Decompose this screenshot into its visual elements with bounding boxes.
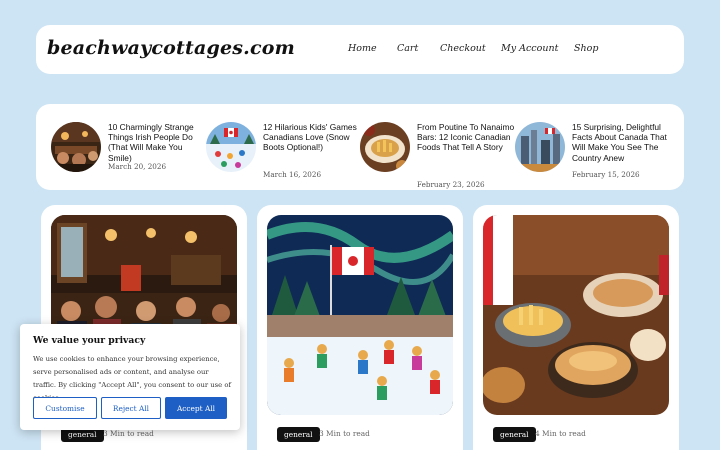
cookie-consent-dialog: We value your privacy We use cookies to … [20, 324, 240, 430]
featured-post[interactable]: 15 Surprising, Delightful Facts About Ca… [515, 122, 667, 179]
reject-all-button[interactable]: Reject All [101, 397, 161, 419]
featured-post-title[interactable]: 15 Surprising, Delightful Facts About Ca… [572, 122, 672, 163]
featured-post-date: February 23, 2026 [417, 180, 485, 189]
article-card[interactable]: general 4 Min to read [473, 205, 679, 450]
cookie-title: We value your privacy [33, 335, 146, 346]
read-time: 3 Min to read [319, 429, 370, 438]
site-logo[interactable]: beachwaycottages.com [47, 37, 295, 59]
canadian-food-spread-image[interactable] [483, 215, 669, 415]
featured-post-date: March 20, 2026 [108, 162, 167, 171]
featured-post[interactable]: From Poutine To Nanaimo Bars: 12 Iconic … [360, 122, 514, 189]
featured-post[interactable]: 10 Charmingly Strange Things Irish Peopl… [51, 122, 201, 176]
customise-button[interactable]: Customise [33, 397, 97, 419]
nav-shop[interactable]: Shop [574, 43, 598, 54]
canada-city-thumbnail[interactable] [515, 122, 565, 172]
kids-winter-thumbnail[interactable] [206, 122, 256, 172]
irish-pub-thumbnail[interactable] [51, 122, 101, 172]
article-card[interactable]: general 3 Min to read [257, 205, 463, 450]
nav-my-account[interactable]: My Account [501, 43, 558, 54]
featured-post-date: February 15, 2026 [572, 170, 640, 179]
featured-post-title[interactable]: 12 Hilarious Kids' Games Canadians Love … [263, 122, 363, 153]
read-time: 3 Min to read [103, 429, 154, 438]
featured-post-title[interactable]: From Poutine To Nanaimo Bars: 12 Iconic … [417, 122, 517, 153]
featured-post[interactable]: 12 Hilarious Kids' Games Canadians Love … [206, 122, 357, 179]
canadian-food-thumbnail[interactable] [360, 122, 410, 172]
nav-checkout[interactable]: Checkout [440, 43, 486, 54]
nav-home[interactable]: Home [348, 43, 377, 54]
accept-all-button[interactable]: Accept All [165, 397, 227, 419]
site-header: beachwaycottages.com Home Cart Checkout … [36, 25, 684, 74]
featured-post-date: March 16, 2026 [263, 170, 322, 179]
read-time: 4 Min to read [535, 429, 586, 438]
kids-skating-flag-image[interactable] [267, 215, 453, 415]
featured-post-title[interactable]: 10 Charmingly Strange Things Irish Peopl… [108, 122, 208, 163]
nav-cart[interactable]: Cart [397, 43, 418, 54]
category-badge[interactable]: general [277, 427, 320, 442]
category-badge[interactable]: general [493, 427, 536, 442]
featured-posts-strip: 10 Charmingly Strange Things Irish Peopl… [36, 104, 684, 190]
